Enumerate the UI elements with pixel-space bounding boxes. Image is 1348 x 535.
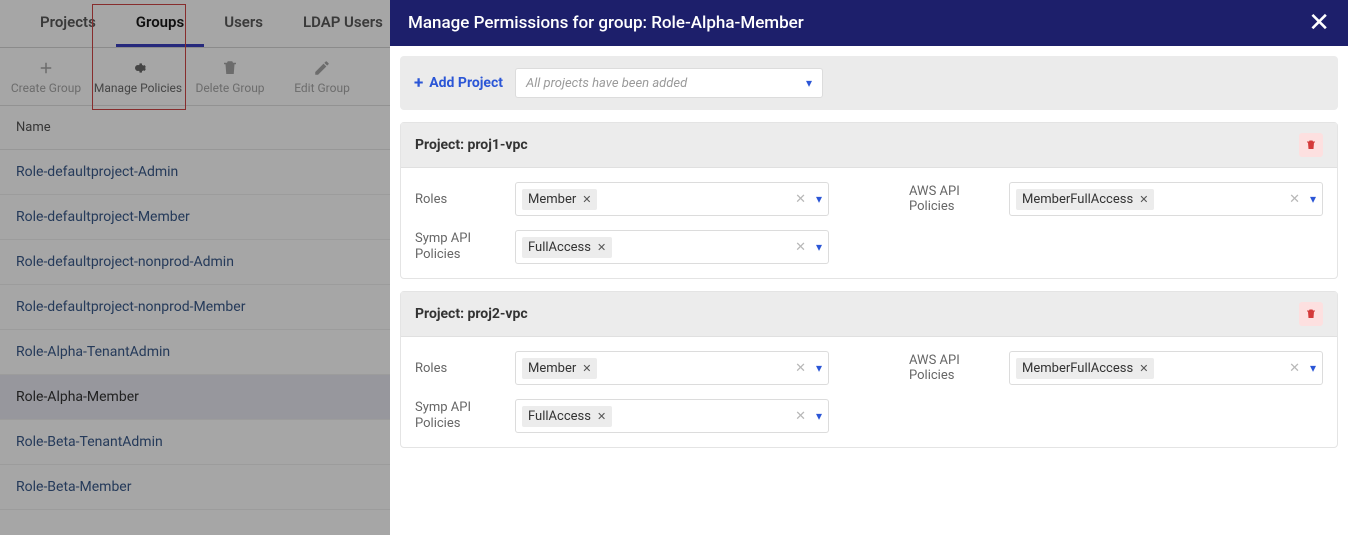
project-block: Project: proj1-vpc Roles Member ✕ ✕ ▾	[400, 122, 1338, 279]
chip-remove-icon[interactable]: ✕	[1139, 193, 1148, 206]
chevron-down-icon[interactable]: ▾	[816, 240, 822, 254]
project-title: Project: proj2-vpc	[415, 306, 528, 322]
aws-policies-label: AWS API Policies	[909, 184, 1009, 214]
add-project-label: Add Project	[429, 75, 503, 91]
modal-title: Manage Permissions for group: Role-Alpha…	[408, 13, 804, 33]
chevron-down-icon[interactable]: ▾	[816, 409, 822, 423]
clear-icon[interactable]: ✕	[795, 192, 806, 207]
chip-label: MemberFullAccess	[1022, 192, 1133, 207]
project-title: Project: proj1-vpc	[415, 137, 528, 153]
chip: MemberFullAccess ✕	[1016, 189, 1154, 210]
clear-icon[interactable]: ✕	[795, 409, 806, 424]
roles-select[interactable]: Member ✕ ✕ ▾	[515, 351, 829, 385]
chip-label: Member	[528, 361, 576, 376]
chevron-down-icon[interactable]: ▾	[1310, 192, 1316, 206]
chip: Member ✕	[522, 358, 597, 379]
add-project-bar: + Add Project All projects have been add…	[400, 56, 1338, 110]
modal-header: Manage Permissions for group: Role-Alpha…	[390, 0, 1348, 46]
chip-remove-icon[interactable]: ✕	[1139, 362, 1148, 375]
trash-icon	[1305, 138, 1317, 152]
project-select-placeholder: All projects have been added	[526, 76, 687, 91]
chip: FullAccess ✕	[522, 406, 612, 427]
trash-icon	[1305, 307, 1317, 321]
chip-remove-icon[interactable]: ✕	[597, 241, 606, 254]
roles-label: Roles	[415, 361, 515, 376]
chip: FullAccess ✕	[522, 237, 612, 258]
clear-icon[interactable]: ✕	[795, 240, 806, 255]
chevron-down-icon: ▾	[806, 76, 812, 90]
chevron-down-icon[interactable]: ▾	[816, 192, 822, 206]
chip-label: Member	[528, 192, 576, 207]
project-block: Project: proj2-vpc Roles Member ✕ ✕ ▾	[400, 291, 1338, 448]
chevron-down-icon[interactable]: ▾	[816, 361, 822, 375]
clear-icon[interactable]: ✕	[1289, 361, 1300, 376]
aws-policies-label: AWS API Policies	[909, 353, 1009, 383]
symp-policies-select[interactable]: FullAccess ✕ ✕ ▾	[515, 230, 829, 264]
aws-policies-select[interactable]: MemberFullAccess ✕ ✕ ▾	[1009, 351, 1323, 385]
aws-policies-select[interactable]: MemberFullAccess ✕ ✕ ▾	[1009, 182, 1323, 216]
chip-label: FullAccess	[528, 240, 591, 255]
project-select[interactable]: All projects have been added ▾	[515, 68, 823, 98]
roles-label: Roles	[415, 192, 515, 207]
chip-remove-icon[interactable]: ✕	[582, 362, 591, 375]
roles-select[interactable]: Member ✕ ✕ ▾	[515, 182, 829, 216]
add-project-button[interactable]: + Add Project	[414, 73, 503, 93]
chip-label: MemberFullAccess	[1022, 361, 1133, 376]
symp-policies-label: Symp API Policies	[415, 231, 515, 264]
clear-icon[interactable]: ✕	[795, 361, 806, 376]
chip-remove-icon[interactable]: ✕	[597, 410, 606, 423]
chip-remove-icon[interactable]: ✕	[582, 193, 591, 206]
plus-icon: +	[414, 73, 423, 93]
remove-project-button[interactable]	[1299, 302, 1323, 326]
close-icon[interactable]: ✕	[1308, 10, 1330, 36]
symp-policies-label: Symp API Policies	[415, 400, 515, 433]
clear-icon[interactable]: ✕	[1289, 192, 1300, 207]
chip-label: FullAccess	[528, 409, 591, 424]
manage-permissions-modal: Manage Permissions for group: Role-Alpha…	[390, 0, 1348, 535]
remove-project-button[interactable]	[1299, 133, 1323, 157]
chevron-down-icon[interactable]: ▾	[1310, 361, 1316, 375]
chip: Member ✕	[522, 189, 597, 210]
chip: MemberFullAccess ✕	[1016, 358, 1154, 379]
symp-policies-select[interactable]: FullAccess ✕ ✕ ▾	[515, 399, 829, 433]
